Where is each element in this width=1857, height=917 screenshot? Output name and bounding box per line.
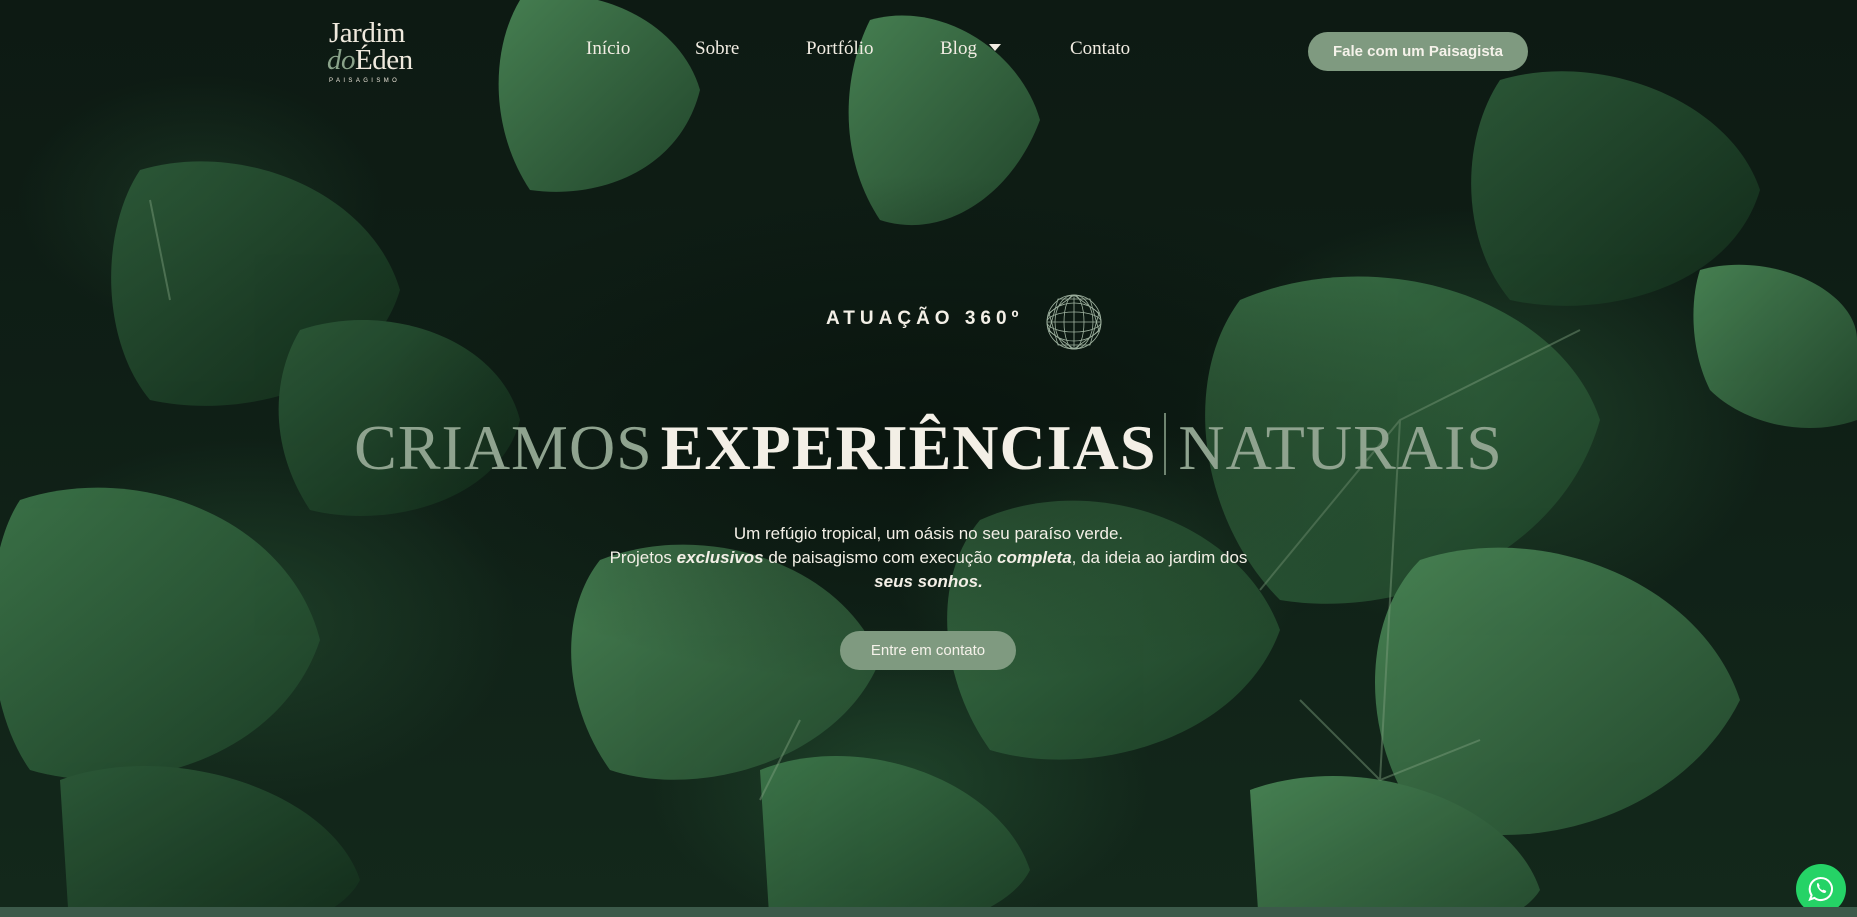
- contact-button[interactable]: Entre em contato: [840, 631, 1016, 670]
- headline-word-experiencias: EXPERIÊNCIAS: [660, 412, 1157, 483]
- headline-word-criamos: CRIAMOS: [354, 412, 653, 483]
- subtitle-line-2: Projetos exclusivos de paisagismo com ex…: [0, 546, 1857, 570]
- nav-item-sobre[interactable]: Sobre: [695, 38, 739, 60]
- next-section-edge: [0, 907, 1857, 917]
- subtitle-text: .: [978, 572, 983, 591]
- hero-subtitle: Um refúgio tropical, um oásis no seu par…: [0, 522, 1857, 594]
- subtitle-line-3: seus sonhos.: [0, 570, 1857, 594]
- subtitle-emphasis: exclusivos: [676, 548, 764, 567]
- geodesic-sphere-icon: [1046, 294, 1102, 350]
- whatsapp-icon: [1808, 876, 1833, 902]
- subtitle-emphasis: completa: [997, 548, 1072, 567]
- headline-word-naturais: NATURAIS: [1178, 412, 1503, 483]
- whatsapp-button[interactable]: [1796, 864, 1846, 907]
- hero-eyebrow: ATUAÇÃO 360º: [826, 308, 1024, 329]
- nav-item-contato[interactable]: Contato: [1070, 38, 1130, 60]
- logo-tagline: PAISAGISMO: [329, 78, 401, 84]
- chevron-down-icon: [988, 44, 1001, 51]
- subtitle-text: , da ideia ao jardim dos: [1071, 548, 1248, 567]
- nav-item-blog[interactable]: Blog: [940, 38, 1001, 60]
- nav-item-blog-label: Blog: [940, 38, 977, 59]
- subtitle-text: de paisagismo com execução: [763, 548, 998, 567]
- subtitle-text: Projetos: [609, 548, 677, 567]
- headline-divider: [1164, 413, 1167, 475]
- hero-headline: CRIAMOS EXPERIÊNCIAS NATURAIS: [0, 410, 1857, 486]
- talk-to-landscaper-button[interactable]: Fale com um Paisagista: [1308, 32, 1528, 71]
- logo-line-2: doÉden: [327, 45, 413, 75]
- subtitle-emphasis: seus sonhos: [874, 572, 979, 591]
- brand-logo[interactable]: Jardim doÉden PAISAGISMO: [327, 18, 417, 86]
- nav-item-portfolio[interactable]: Portfólio: [806, 38, 874, 60]
- nav-item-inicio[interactable]: Início: [586, 38, 630, 60]
- subtitle-line-1: Um refúgio tropical, um oásis no seu par…: [733, 524, 1124, 543]
- hero-section: Jardim doÉden PAISAGISMO Início Sobre Po…: [0, 0, 1857, 907]
- logo-line-2-rest: Éden: [355, 44, 413, 76]
- logo-line-2-italic: do: [327, 44, 356, 76]
